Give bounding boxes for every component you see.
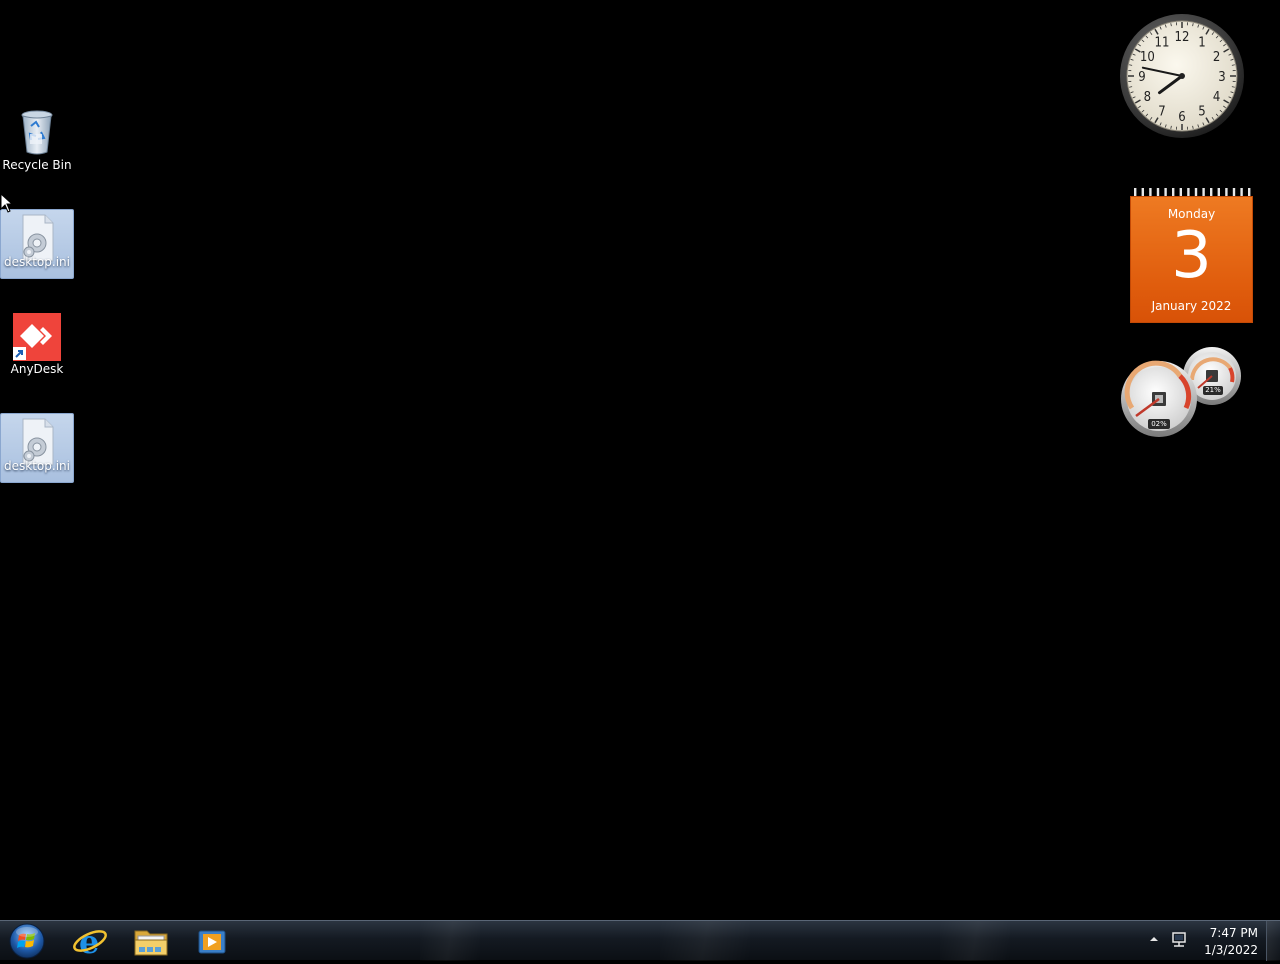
calendar-month-year: January 2022 bbox=[1131, 299, 1252, 313]
desktop-icon-label: AnyDesk bbox=[0, 362, 74, 376]
memory-percent-label: 21% bbox=[1203, 386, 1223, 395]
desktop-icon-label: desktop.ini bbox=[1, 459, 73, 473]
calendar-day: 3 bbox=[1131, 221, 1252, 291]
taskbar-windows-explorer[interactable] bbox=[125, 923, 177, 959]
clock-numeral: 11 bbox=[1155, 35, 1170, 50]
tray-clock[interactable]: 7:47 PM 1/3/2022 bbox=[1196, 925, 1258, 959]
desktop-icon-desktop-ini[interactable]: desktop.ini bbox=[0, 209, 74, 279]
clock-numeral: 9 bbox=[1138, 70, 1145, 85]
taskbar[interactable]: e 7:47 PM 1/3/2022 bbox=[0, 920, 1280, 960]
clock-numeral: 3 bbox=[1218, 70, 1225, 85]
taskbar-media-player[interactable] bbox=[186, 923, 238, 959]
clock-numeral: 1 bbox=[1198, 35, 1205, 50]
clock-numeral: 10 bbox=[1140, 50, 1155, 65]
folder-icon bbox=[125, 923, 177, 959]
taskbar-internet-explorer[interactable]: e bbox=[64, 923, 116, 959]
calendar-page: Monday 3 January 2022 bbox=[1130, 196, 1253, 323]
taskbar-reflection bbox=[420, 921, 480, 961]
clock-gadget[interactable]: 12 12 3 45678 9 1011 bbox=[1118, 12, 1246, 140]
cpu-percent-label: 02% bbox=[1148, 419, 1170, 429]
tray-time: 7:47 PM bbox=[1196, 925, 1258, 942]
calendar-gadget[interactable]: Monday 3 January 2022 bbox=[1130, 188, 1253, 323]
desktop[interactable]: Recycle Bin desktop.ini AnyDesk bbox=[0, 0, 1280, 920]
internet-explorer-icon: e bbox=[64, 923, 116, 959]
desktop-icon-label: Recycle Bin bbox=[0, 158, 74, 172]
show-hidden-icons-icon[interactable] bbox=[1148, 933, 1160, 945]
mouse-cursor-icon bbox=[0, 193, 14, 213]
svg-text:e: e bbox=[79, 923, 99, 959]
desktop-icon-anydesk[interactable]: AnyDesk bbox=[0, 312, 74, 382]
cpu-meter-dials bbox=[1118, 346, 1242, 438]
clock-numeral: 12 bbox=[1175, 30, 1190, 45]
tray-date: 1/3/2022 bbox=[1196, 942, 1258, 959]
clock-numeral: 5 bbox=[1198, 105, 1205, 120]
network-icon[interactable] bbox=[1170, 931, 1188, 949]
clock-numeral: 4 bbox=[1213, 90, 1220, 105]
clock-numeral: 7 bbox=[1158, 105, 1165, 120]
desktop-icon-recycle-bin[interactable]: Recycle Bin bbox=[0, 108, 74, 178]
desktop-icon-label: desktop.ini bbox=[1, 255, 73, 269]
taskbar-reflection bbox=[940, 921, 1010, 961]
media-player-icon bbox=[186, 923, 238, 959]
recycle-bin-icon bbox=[17, 108, 57, 158]
start-button[interactable] bbox=[6, 922, 48, 960]
clock-numeral: 6 bbox=[1178, 110, 1185, 125]
clock-face: 12 12 3 45678 9 1011 bbox=[1118, 12, 1246, 140]
cpu-meter-gadget[interactable]: 02% 21% bbox=[1118, 346, 1242, 438]
anydesk-icon bbox=[12, 312, 62, 362]
clock-numeral: 2 bbox=[1213, 50, 1220, 65]
clock-numeral: 8 bbox=[1144, 90, 1151, 105]
desktop-icon-desktop-ini[interactable]: desktop.ini bbox=[0, 413, 74, 483]
show-desktop-button[interactable] bbox=[1266, 921, 1280, 961]
taskbar-reflection bbox=[660, 921, 750, 961]
windows-logo-icon bbox=[6, 922, 48, 960]
